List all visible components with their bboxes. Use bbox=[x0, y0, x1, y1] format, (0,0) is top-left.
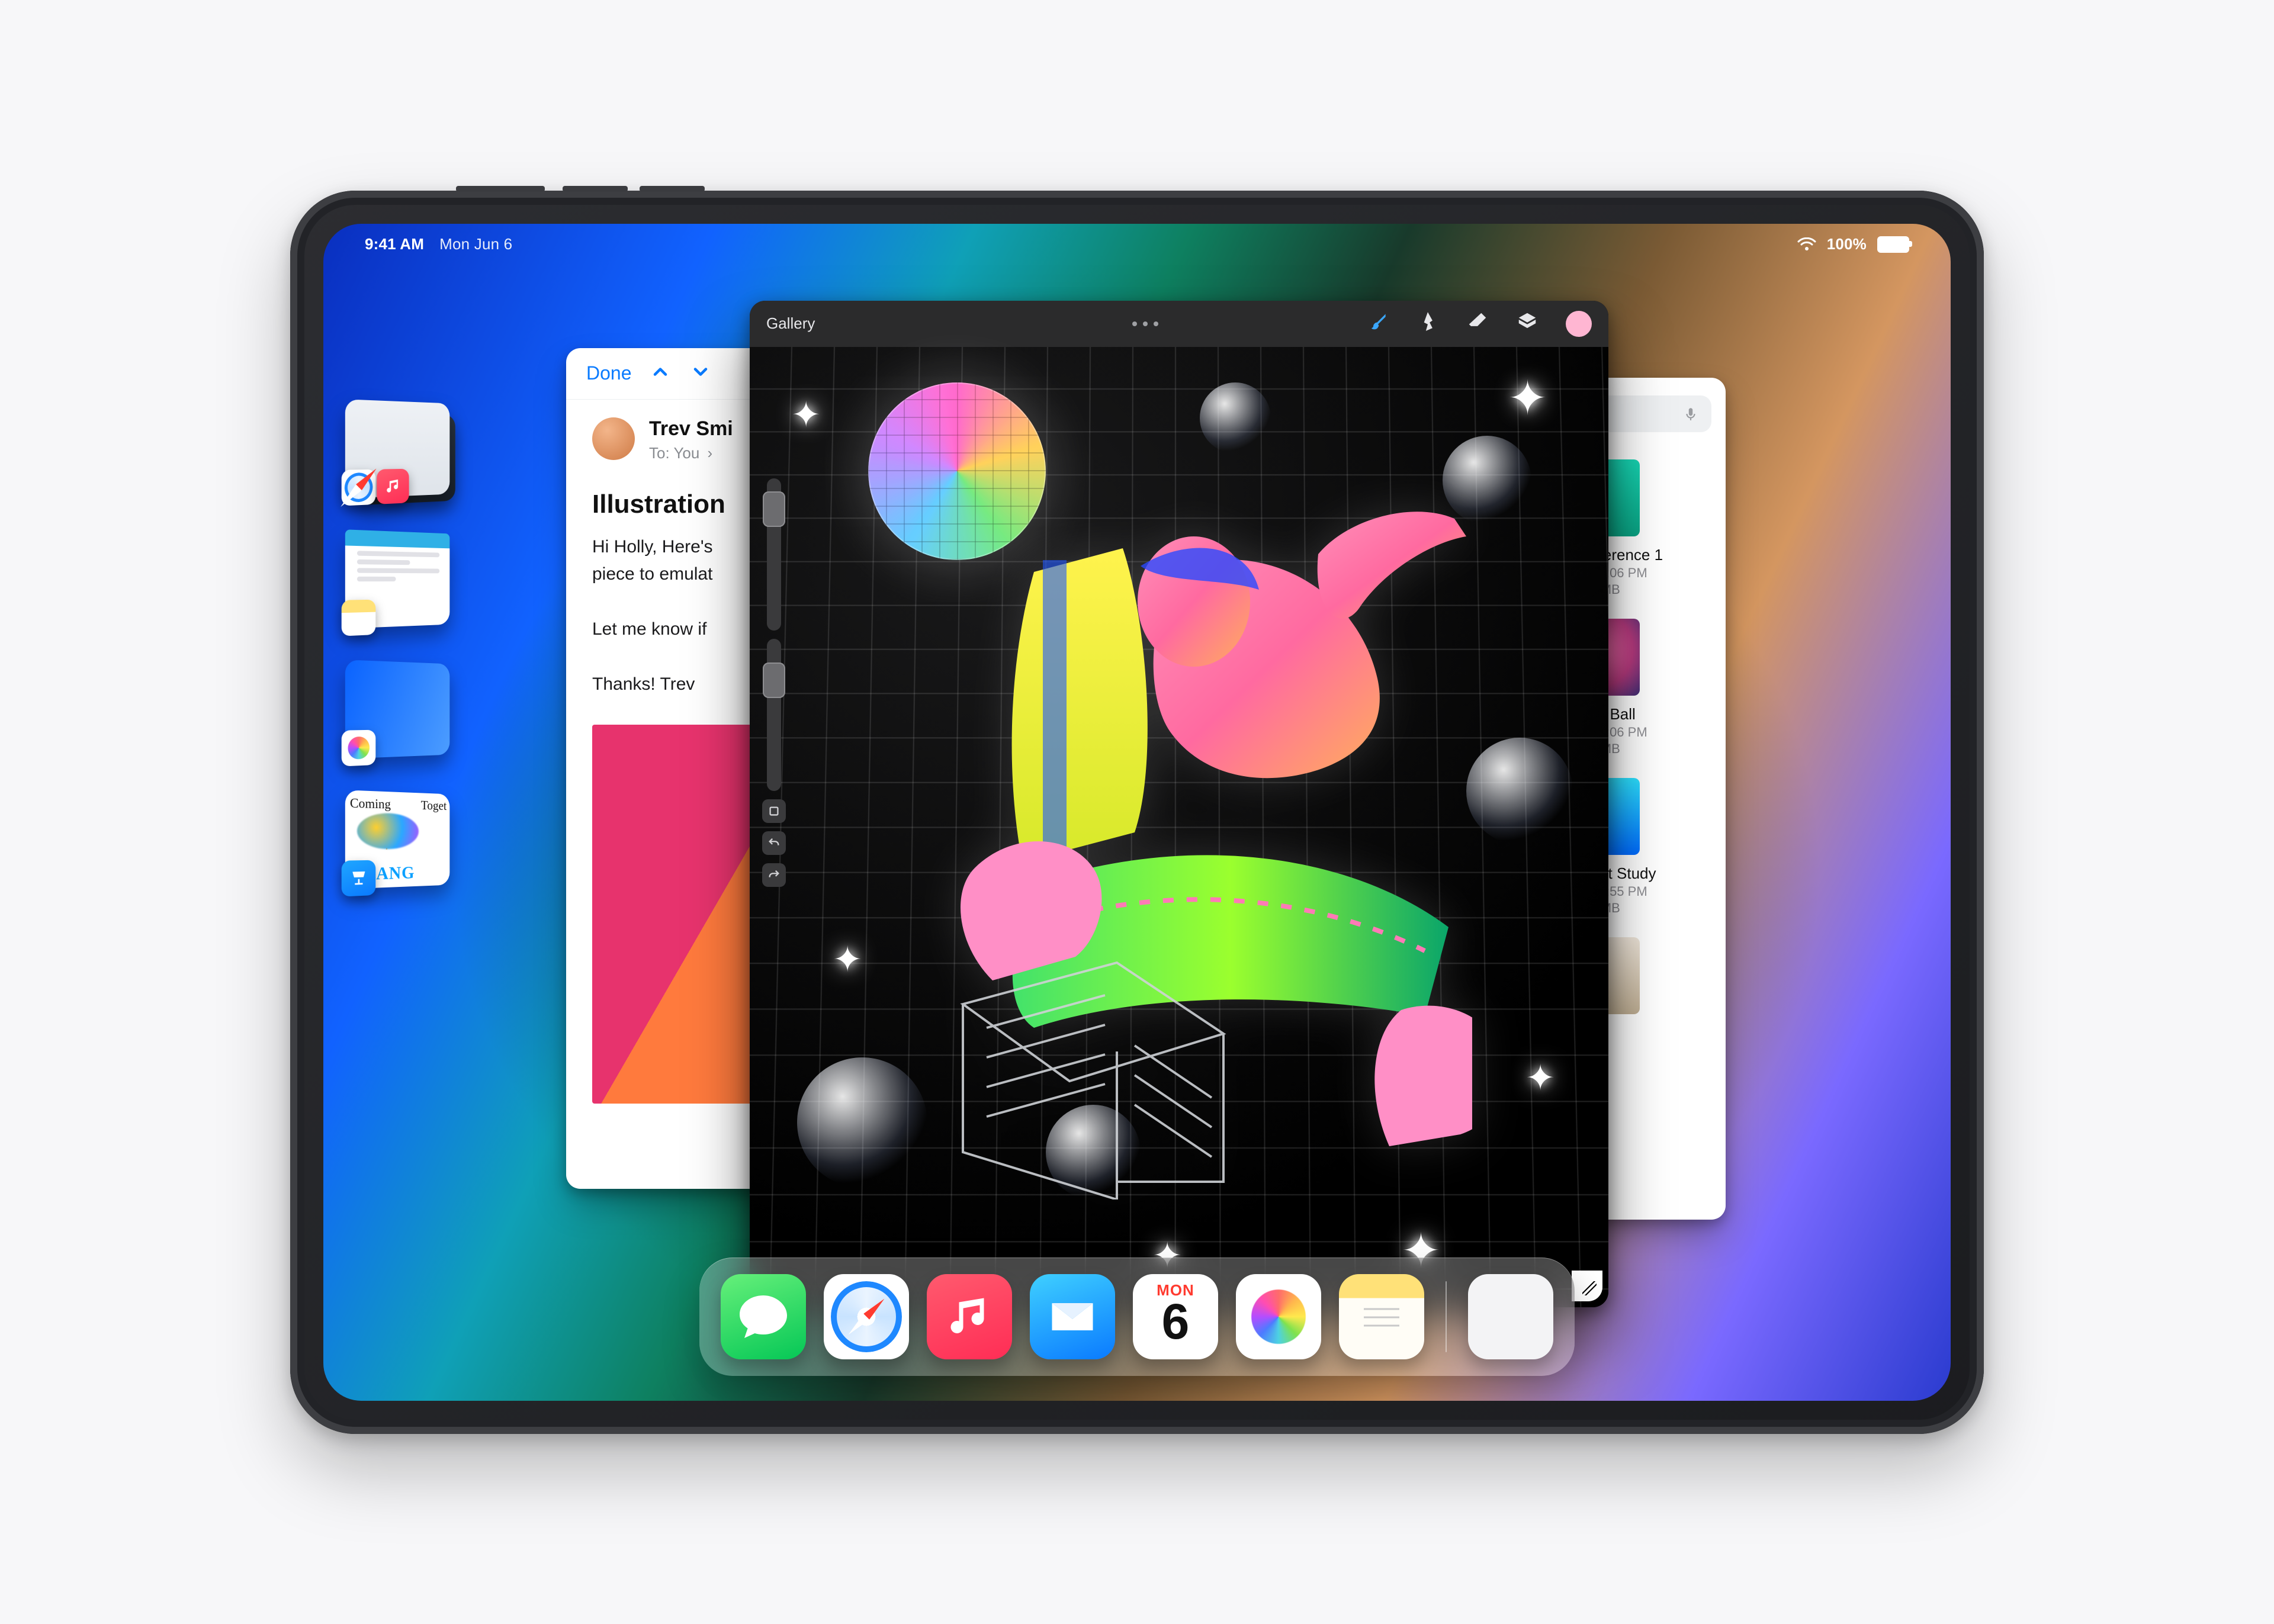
status-date: Mon Jun 6 bbox=[439, 235, 512, 253]
ipad-device-frame: 9:41 AM Mon Jun 6 100% bbox=[290, 191, 1984, 1434]
multitask-dots-icon[interactable] bbox=[1132, 321, 1158, 326]
stage-manager-strip: Coming Toget for CHANG bbox=[343, 401, 462, 887]
safari-icon bbox=[342, 469, 376, 506]
status-time: 9:41 AM bbox=[365, 235, 424, 253]
mail-next-button[interactable] bbox=[690, 361, 711, 385]
mail-to-line[interactable]: To: You bbox=[649, 444, 699, 462]
undo-button[interactable] bbox=[762, 831, 786, 855]
dock-app-notes[interactable] bbox=[1339, 1274, 1424, 1359]
calendar-day: 6 bbox=[1162, 1300, 1190, 1345]
dock-app-messages[interactable] bbox=[721, 1274, 806, 1359]
music-icon bbox=[377, 468, 409, 504]
procreate-sidebar bbox=[760, 478, 788, 887]
wifi-icon bbox=[1797, 237, 1816, 252]
smudge-icon[interactable] bbox=[1417, 310, 1439, 337]
mail-prev-button[interactable] bbox=[650, 361, 671, 385]
dock-app-mail[interactable] bbox=[1030, 1274, 1115, 1359]
ipad-screen: 9:41 AM Mon Jun 6 100% bbox=[323, 224, 1951, 1401]
dock-app-calendar[interactable]: MON 6 bbox=[1133, 1274, 1218, 1359]
window-resize-handle[interactable] bbox=[1572, 1271, 1602, 1301]
procreate-toolbar: Gallery bbox=[750, 301, 1608, 347]
status-battery-pct: 100% bbox=[1827, 235, 1867, 253]
stage-group-keynote[interactable]: Coming Toget for CHANG bbox=[345, 790, 450, 889]
dock: MON 6 bbox=[699, 1258, 1575, 1376]
modify-button[interactable] bbox=[762, 799, 786, 823]
dock-app-safari[interactable] bbox=[824, 1274, 909, 1359]
dock-separator bbox=[1446, 1281, 1447, 1352]
mail-done-button[interactable]: Done bbox=[586, 362, 632, 384]
dock-app-music[interactable] bbox=[927, 1274, 1012, 1359]
keynote-icon bbox=[342, 860, 376, 896]
color-swatch[interactable] bbox=[1566, 311, 1592, 337]
dock-app-photos[interactable] bbox=[1236, 1274, 1321, 1359]
brush-opacity-slider[interactable] bbox=[767, 639, 781, 791]
photos-icon bbox=[342, 729, 376, 766]
dictate-icon[interactable] bbox=[1683, 406, 1698, 422]
redo-button[interactable] bbox=[762, 863, 786, 887]
layers-icon[interactable] bbox=[1516, 310, 1539, 337]
figure-illustration bbox=[939, 489, 1472, 1199]
stage-group-notes[interactable] bbox=[345, 529, 450, 628]
volume-up-button[interactable] bbox=[563, 186, 628, 192]
procreate-window[interactable]: Gallery bbox=[750, 301, 1608, 1307]
battery-icon bbox=[1877, 236, 1909, 253]
status-bar: 9:41 AM Mon Jun 6 100% bbox=[323, 224, 1951, 265]
gallery-button[interactable]: Gallery bbox=[766, 314, 815, 333]
sender-avatar[interactable] bbox=[592, 417, 635, 460]
mail-from-name: Trev Smi bbox=[649, 417, 733, 440]
chevron-right-icon: › bbox=[708, 444, 713, 462]
volume-down-button[interactable] bbox=[640, 186, 705, 192]
eraser-icon[interactable] bbox=[1466, 310, 1489, 337]
dock-app-library[interactable] bbox=[1468, 1274, 1553, 1359]
procreate-artwork: ✦ ✦ ✦ ✦ ✦ ✦ bbox=[750, 347, 1608, 1307]
stage-group-photos[interactable] bbox=[345, 660, 450, 758]
stage-group-safari-music[interactable] bbox=[345, 399, 450, 498]
brush-size-slider[interactable] bbox=[767, 478, 781, 631]
notes-icon bbox=[342, 599, 376, 636]
brush-icon[interactable] bbox=[1367, 310, 1389, 337]
power-button[interactable] bbox=[456, 186, 545, 192]
